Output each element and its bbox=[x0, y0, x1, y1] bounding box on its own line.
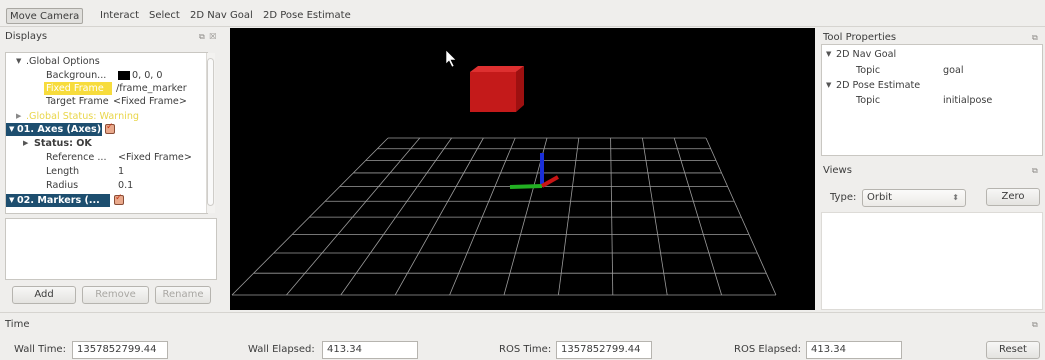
time-title: Time bbox=[5, 319, 30, 330]
tool-prop-nav-goal[interactable]: ▼ 2D Nav Goal bbox=[822, 48, 1042, 61]
collapsed-triangle-icon[interactable]: ▶ bbox=[16, 110, 21, 123]
tree-row-axes-status[interactable]: ▶ Status: OK bbox=[6, 137, 206, 150]
panel-float-close-icons[interactable]: ⧉ ☒ bbox=[199, 32, 217, 42]
tree-row-axes[interactable]: ▼ 01. Axes (Axes) bbox=[6, 123, 102, 136]
reset-button[interactable]: Reset bbox=[986, 341, 1040, 359]
scene-graphic bbox=[231, 49, 777, 296]
tool-prop-pose-topic[interactable]: Topic initialpose bbox=[822, 94, 1042, 107]
tool-properties-tree: ▼ 2D Nav Goal Topic goal ▼ 2D Pose Estim… bbox=[821, 44, 1043, 156]
axes-marker bbox=[509, 153, 559, 189]
add-button[interactable]: Add bbox=[12, 286, 76, 304]
ros-elapsed-field[interactable]: 413.34 bbox=[806, 341, 902, 359]
nav-goal-tool[interactable]: 2D Nav Goal bbox=[187, 8, 256, 24]
mouse-cursor-icon bbox=[445, 49, 457, 68]
tree-row-fixed-frame[interactable]: Fixed Frame /frame_marker bbox=[6, 82, 206, 95]
view-type-label: Type: bbox=[830, 192, 857, 203]
move-camera-tool[interactable]: Move Camera bbox=[6, 8, 84, 24]
views-list bbox=[821, 212, 1043, 310]
interact-tool[interactable]: Interact bbox=[97, 8, 142, 24]
zero-button[interactable]: Zero bbox=[986, 188, 1040, 206]
color-swatch bbox=[118, 71, 130, 80]
wall-elapsed-field[interactable]: 413.34 bbox=[322, 341, 418, 359]
tool-properties-title: Tool Properties bbox=[823, 32, 897, 43]
red-cube-marker bbox=[470, 66, 524, 112]
displays-title: Displays bbox=[5, 31, 48, 42]
tree-row-reference-frame[interactable]: Reference ... <Fixed Frame> bbox=[6, 151, 206, 164]
view-type-select[interactable]: Orbit ⬍ bbox=[862, 189, 966, 207]
ros-elapsed-label: ROS Elapsed: bbox=[734, 344, 801, 355]
expanded-triangle-icon[interactable]: ▼ bbox=[826, 79, 831, 92]
expanded-triangle-icon[interactable]: ▼ bbox=[9, 194, 14, 207]
tree-row-global-options[interactable]: ▼ .Global Options bbox=[6, 55, 206, 68]
expanded-triangle-icon[interactable]: ▼ bbox=[9, 123, 14, 136]
display-description-box bbox=[5, 218, 217, 280]
displays-scroll-thumb[interactable] bbox=[207, 58, 214, 206]
markers-enabled-checkbox[interactable] bbox=[114, 193, 124, 205]
axes-enabled-checkbox[interactable] bbox=[105, 122, 115, 134]
tool-prop-pose-estimate[interactable]: ▼ 2D Pose Estimate bbox=[822, 79, 1042, 92]
dropdown-arrows-icon: ⬍ bbox=[952, 193, 959, 202]
tool-properties-float-icon[interactable]: ⧉ bbox=[1032, 33, 1039, 43]
time-panel: Time ⧉ Wall Time: 1357852799.44 Wall Ela… bbox=[0, 312, 1045, 360]
wall-elapsed-label: Wall Elapsed: bbox=[248, 344, 315, 355]
views-float-icon[interactable]: ⧉ bbox=[1032, 166, 1039, 176]
toolbar: Move Camera Interact Select 2D Nav Goal … bbox=[0, 0, 1045, 27]
collapsed-triangle-icon[interactable]: ▶ bbox=[23, 137, 28, 150]
ros-time-label: ROS Time: bbox=[499, 344, 552, 355]
3d-viewport[interactable] bbox=[230, 28, 815, 310]
remove-button[interactable]: Remove bbox=[82, 286, 149, 304]
expanded-triangle-icon[interactable]: ▼ bbox=[16, 55, 21, 68]
pose-estimate-tool[interactable]: 2D Pose Estimate bbox=[260, 8, 354, 24]
wall-time-field[interactable]: 1357852799.44 bbox=[72, 341, 168, 359]
tree-row-target-frame[interactable]: Target Frame <Fixed Frame> bbox=[6, 95, 206, 108]
ground-grid bbox=[231, 137, 777, 296]
select-tool[interactable]: Select bbox=[146, 8, 183, 24]
tool-prop-goal-topic[interactable]: Topic goal bbox=[822, 64, 1042, 77]
tree-row-radius[interactable]: Radius 0.1 bbox=[6, 179, 206, 192]
displays-tree: ▼ .Global Options Backgroun... 0, 0, 0 F… bbox=[5, 52, 208, 214]
wall-time-label: Wall Time: bbox=[14, 344, 66, 355]
ros-time-field[interactable]: 1357852799.44 bbox=[556, 341, 652, 359]
expanded-triangle-icon[interactable]: ▼ bbox=[826, 48, 831, 61]
rename-button[interactable]: Rename bbox=[155, 286, 211, 304]
time-float-icon[interactable]: ⧉ bbox=[1032, 320, 1039, 330]
views-title: Views bbox=[823, 165, 852, 176]
tree-row-background[interactable]: Backgroun... 0, 0, 0 bbox=[6, 69, 206, 82]
tree-row-markers[interactable]: ▼ 02. Markers (... bbox=[6, 194, 110, 207]
tree-row-length[interactable]: Length 1 bbox=[6, 165, 206, 178]
